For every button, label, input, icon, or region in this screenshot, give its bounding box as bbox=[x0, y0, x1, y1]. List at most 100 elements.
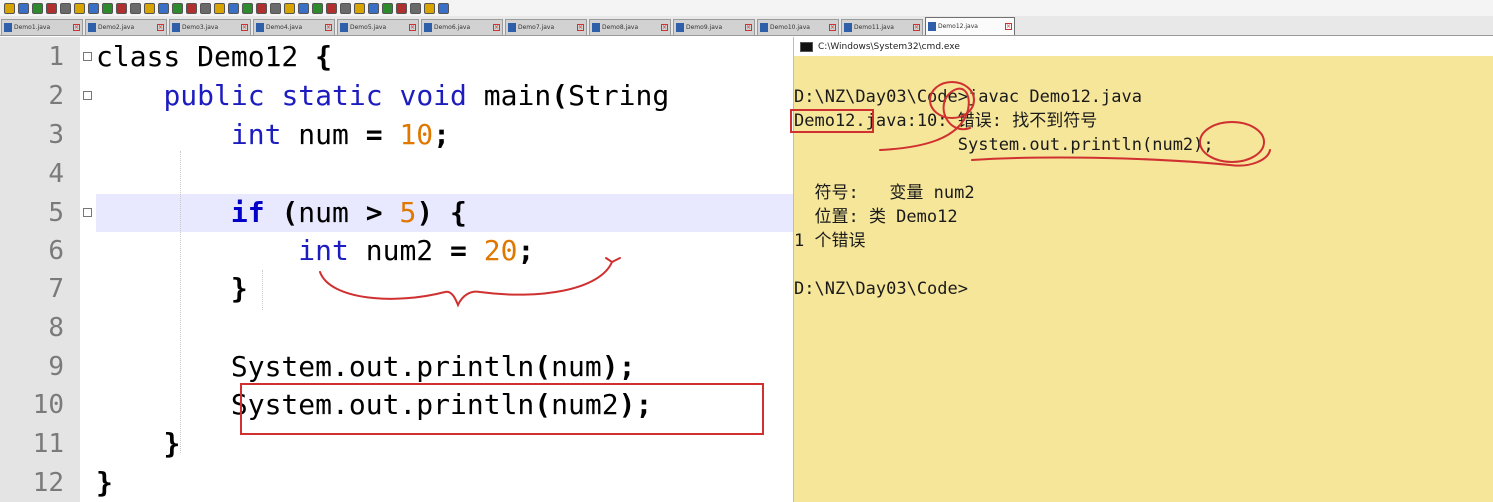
close-icon[interactable]: × bbox=[913, 24, 920, 31]
show-all-chars-icon[interactable] bbox=[270, 2, 281, 14]
tab-demo6[interactable]: Demo6.java × bbox=[421, 19, 503, 35]
open-file-icon[interactable] bbox=[18, 2, 29, 14]
sync-vertical-icon[interactable] bbox=[228, 2, 239, 14]
close-icon[interactable]: × bbox=[661, 24, 668, 31]
tab-label: Demo7.java bbox=[518, 24, 555, 31]
tab-demo8[interactable]: Demo8.java × bbox=[589, 19, 671, 35]
tab-demo11[interactable]: Demo11.java × bbox=[841, 19, 923, 35]
close-all-icon[interactable] bbox=[74, 2, 85, 14]
close-icon[interactable]: × bbox=[829, 24, 836, 31]
code-text: } bbox=[96, 425, 180, 463]
document-icon bbox=[928, 22, 936, 31]
cmd-output-line: 符号: 变量 num2 bbox=[794, 183, 975, 203]
tab-demo12[interactable]: Demo12.java × bbox=[925, 17, 1015, 35]
line-number: 6 bbox=[48, 236, 64, 266]
close-icon[interactable]: × bbox=[241, 24, 248, 31]
copy-icon[interactable] bbox=[116, 2, 127, 14]
user-language-icon[interactable] bbox=[298, 2, 309, 14]
code-token: ; bbox=[517, 234, 535, 267]
document-icon bbox=[172, 23, 180, 32]
save-all-icon[interactable] bbox=[46, 2, 57, 14]
find-icon[interactable] bbox=[172, 2, 183, 14]
function-list-icon[interactable] bbox=[326, 2, 337, 14]
code-token: int bbox=[298, 234, 349, 267]
tab-demo4[interactable]: Demo4.java × bbox=[253, 19, 335, 35]
code-text: int num = 10; bbox=[96, 116, 450, 154]
close-icon[interactable] bbox=[60, 2, 71, 14]
indent-guide-icon[interactable] bbox=[284, 2, 295, 14]
tab-demo10[interactable]: Demo10.java × bbox=[757, 19, 839, 35]
close-icon[interactable]: × bbox=[745, 24, 752, 31]
new-file-icon[interactable] bbox=[4, 2, 15, 14]
tab-demo3[interactable]: Demo3.java × bbox=[169, 19, 251, 35]
code-token: void bbox=[399, 79, 467, 112]
close-icon[interactable]: × bbox=[325, 24, 332, 31]
undo-icon[interactable] bbox=[144, 2, 155, 14]
cmd-title-bar[interactable]: C:\Windows\System32\cmd.exe bbox=[794, 37, 1493, 56]
code-text: public static void main(String bbox=[96, 77, 669, 115]
close-icon[interactable]: × bbox=[157, 24, 164, 31]
monitor-icon[interactable] bbox=[354, 2, 365, 14]
cmd-app-icon bbox=[800, 41, 813, 52]
main-toolbar bbox=[0, 0, 1493, 16]
cmd-output-line bbox=[794, 157, 1493, 181]
document-icon bbox=[508, 23, 516, 32]
tab-demo7[interactable]: Demo7.java × bbox=[505, 19, 587, 35]
code-token: = bbox=[450, 234, 467, 267]
tab-label: Demo4.java bbox=[266, 24, 303, 31]
document-icon bbox=[340, 23, 348, 32]
cut-icon[interactable] bbox=[102, 2, 113, 14]
close-icon[interactable]: × bbox=[493, 24, 500, 31]
code-line: 12} bbox=[0, 464, 793, 502]
cmd-output-line: D:\NZ\Day03\Code> bbox=[794, 279, 968, 299]
document-icon bbox=[592, 23, 600, 32]
spell-check-icon[interactable] bbox=[438, 2, 449, 14]
code-line: 2 public static void main(String bbox=[0, 77, 793, 115]
play-macro-icon[interactable] bbox=[396, 2, 407, 14]
zoom-in-icon[interactable] bbox=[200, 2, 211, 14]
doc-map-icon[interactable] bbox=[312, 2, 323, 14]
save-macro-icon[interactable] bbox=[424, 2, 435, 14]
sync-horizontal-icon[interactable] bbox=[242, 2, 253, 14]
tab-label: Demo11.java bbox=[854, 24, 894, 31]
tab-demo5[interactable]: Demo5.java × bbox=[337, 19, 419, 35]
fold-toggle-icon[interactable] bbox=[83, 91, 92, 100]
close-icon[interactable]: × bbox=[577, 24, 584, 31]
code-token: 10 bbox=[399, 118, 434, 151]
close-icon[interactable]: × bbox=[73, 24, 80, 31]
replace-icon[interactable] bbox=[186, 2, 197, 14]
tab-demo1[interactable]: Demo1.java × bbox=[1, 19, 83, 35]
fold-toggle-icon[interactable] bbox=[83, 208, 92, 217]
document-icon bbox=[88, 23, 96, 32]
folder-workspace-icon[interactable] bbox=[340, 2, 351, 14]
code-token: public bbox=[163, 79, 265, 112]
code-text: class Demo12 { bbox=[96, 38, 332, 76]
word-wrap-icon[interactable] bbox=[256, 2, 267, 14]
zoom-out-icon[interactable] bbox=[214, 2, 225, 14]
close-icon[interactable]: × bbox=[1005, 23, 1012, 30]
record-macro-icon[interactable] bbox=[368, 2, 379, 14]
cmd-window[interactable]: C:\Windows\System32\cmd.exe D:\NZ\Day03\… bbox=[793, 37, 1493, 502]
run-macro-multiple-icon[interactable] bbox=[410, 2, 421, 14]
paste-icon[interactable] bbox=[130, 2, 141, 14]
code-editor[interactable]: 1 class Demo12 {2 public static void main… bbox=[0, 37, 793, 502]
tab-demo9[interactable]: Demo9.java × bbox=[673, 19, 755, 35]
stop-macro-icon[interactable] bbox=[382, 2, 393, 14]
fold-toggle-icon[interactable] bbox=[83, 52, 92, 61]
cmd-output: D:\NZ\Day03\Code>javac Demo12.java Demo12… bbox=[794, 85, 1493, 301]
code-token: } bbox=[163, 427, 181, 460]
print-icon[interactable] bbox=[88, 2, 99, 14]
code-line: 7 } bbox=[0, 270, 793, 308]
code-line: 5 if (num > 5) { bbox=[0, 194, 793, 232]
tab-demo2[interactable]: Demo2.java × bbox=[85, 19, 167, 35]
close-icon[interactable]: × bbox=[409, 24, 416, 31]
redo-icon[interactable] bbox=[158, 2, 169, 14]
save-icon[interactable] bbox=[32, 2, 43, 14]
